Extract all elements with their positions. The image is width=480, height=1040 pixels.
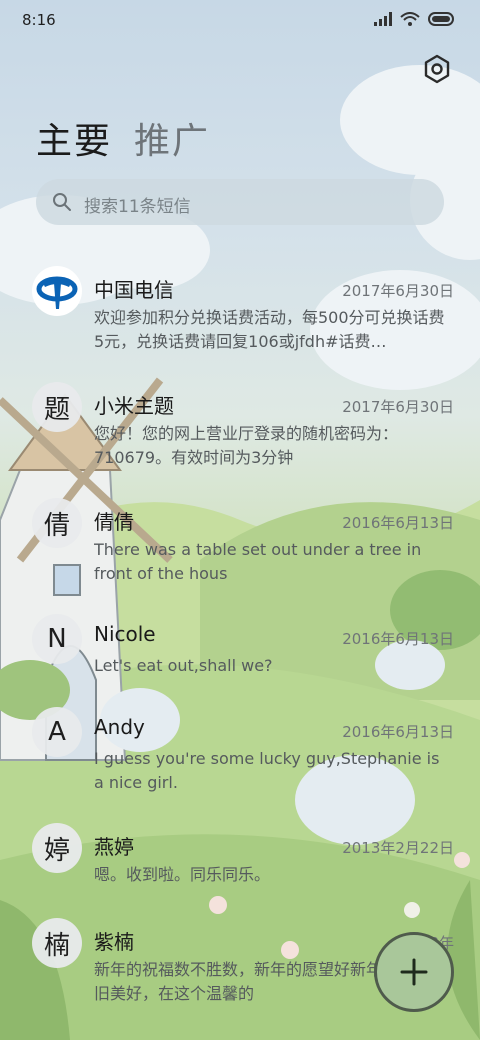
message-date: 2016年6月13日 (342, 723, 454, 741)
message-preview: 欢迎参加积分兑换话费活动，每500分可兑换话费5元，兑换话费请回复106或jfd… (94, 308, 445, 351)
message-preview: Let's eat out,shall we? (94, 656, 273, 675)
plus-icon (400, 958, 428, 986)
search-placeholder: 搜索11条短信 (84, 197, 191, 217)
message-list: 中国电信 2017年6月30日 欢迎参加积分兑换话费活动，每500分可兑换话费5… (0, 262, 480, 1030)
status-bar: 8:16 (0, 0, 480, 40)
tab-promotions[interactable]: 推广 (134, 112, 210, 164)
message-preview: 您好！您的网上营业厅登录的随机密码为：710679。有效时间为3分钟 (94, 424, 399, 467)
signal-icon (374, 12, 392, 26)
avatar (32, 266, 82, 316)
sender-name: Andy (94, 715, 145, 739)
search-icon (53, 193, 71, 211)
message-date: 2017年6月30日 (342, 282, 454, 300)
conversation-item[interactable]: 题 小米主题 2017年6月30日 您好！您的网上营业厅登录的随机密码为：710… (0, 378, 480, 494)
avatar: 婷 (32, 823, 82, 873)
sender-name: 倩倩 (94, 510, 134, 534)
avatar: N (32, 614, 82, 664)
message-preview: There was a table set out under a tree i… (94, 540, 422, 583)
status-time: 8:16 (22, 11, 56, 29)
tab-main[interactable]: 主要 (36, 112, 112, 164)
wifi-icon (400, 12, 420, 26)
sender-name: Nicole (94, 622, 156, 646)
china-telecom-logo (36, 276, 78, 309)
message-date: 2013年2月22日 (342, 839, 454, 857)
sender-name: 小米主题 (94, 394, 174, 418)
avatar: A (32, 707, 82, 757)
avatar: 楠 (32, 918, 82, 968)
search-bar[interactable]: 搜索11条短信 (36, 179, 444, 225)
message-date: 2016年6月13日 (342, 630, 454, 648)
sender-name: 燕婷 (94, 835, 134, 859)
conversation-item[interactable]: A Andy 2016年6月13日 I guess you're some lu… (0, 703, 480, 819)
conversation-item[interactable]: 婷 燕婷 2013年2月22日 嗯。收到啦。同乐同乐。 (0, 819, 480, 914)
message-preview: 嗯。收到啦。同乐同乐。 (94, 865, 271, 884)
compose-button[interactable] (374, 932, 454, 1012)
sender-name: 中国电信 (94, 278, 174, 302)
gear-icon (424, 54, 450, 84)
conversation-item[interactable]: N Nicole 2016年6月13日 Let's eat out,shall … (0, 610, 480, 703)
avatar: 题 (32, 382, 82, 432)
message-date: 2017年6月30日 (342, 398, 454, 416)
message-date: 2016年6月13日 (342, 514, 454, 532)
settings-button[interactable] (420, 52, 454, 86)
battery-icon (428, 12, 454, 26)
tab-bar: 主要 推广 (36, 112, 210, 164)
avatar: 倩 (32, 498, 82, 548)
conversation-item[interactable]: 中国电信 2017年6月30日 欢迎参加积分兑换话费活动，每500分可兑换话费5… (0, 262, 480, 378)
sender-name: 紫楠 (94, 930, 134, 954)
conversation-item[interactable]: 倩 倩倩 2016年6月13日 There was a table set ou… (0, 494, 480, 610)
message-preview: I guess you're some lucky guy,Stephanie … (94, 749, 440, 792)
